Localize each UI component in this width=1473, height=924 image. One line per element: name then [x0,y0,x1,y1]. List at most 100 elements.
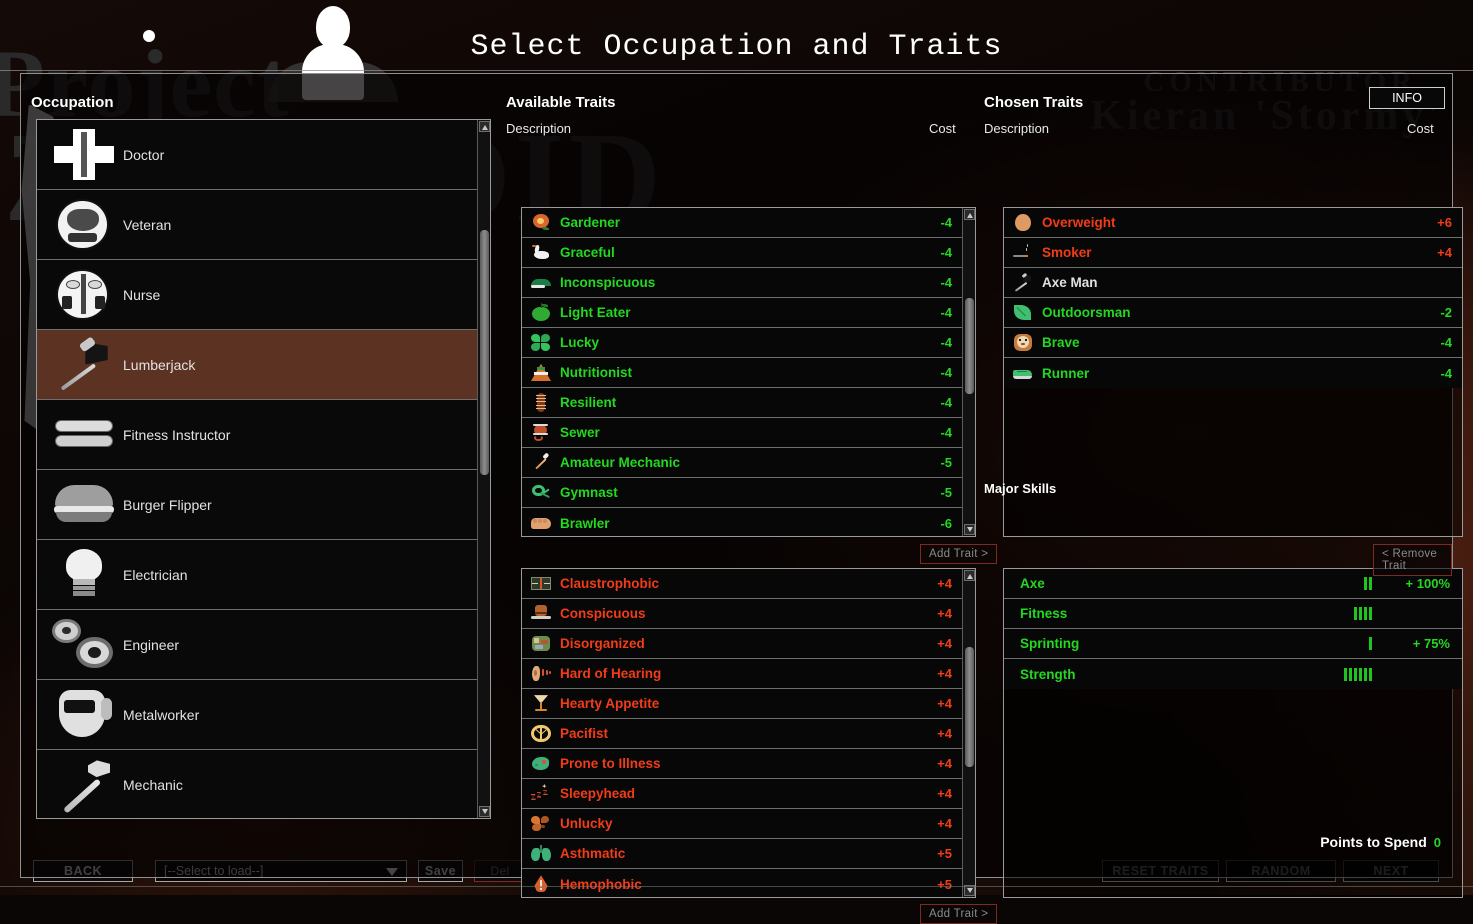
chosen-col-cost: Cost [1407,121,1434,136]
trait-row-light-eater[interactable]: Light Eater -4 [522,298,962,328]
trait-row-unlucky[interactable]: Unlucky +4 [522,809,962,839]
trait-name: Pacifist [560,726,609,741]
trait-row-lucky[interactable]: Lucky -4 [522,328,962,358]
trait-row-resilient[interactable]: Resilient -4 [522,388,962,418]
lion-icon [1012,333,1034,353]
trait-row-graceful[interactable]: Graceful -4 [522,238,962,268]
trait-row-hemophobic[interactable]: Hemophobic +5 [522,869,962,897]
trait-row-smoker[interactable]: Smoker +4 [1004,238,1462,268]
axe-icon [51,336,117,393]
screwdriver-icon [530,452,552,473]
trait-cost: +4 [937,696,952,711]
occupation-row-metalworker[interactable]: Metalworker [37,680,477,750]
scroll-up-icon[interactable] [964,570,975,581]
occupation-row-lumberjack[interactable]: Lumberjack [37,330,477,400]
occupation-scrollbar[interactable] [477,120,490,818]
trait-cost: +4 [937,726,952,741]
add-trait-positive-button[interactable]: Add Trait > [920,544,998,564]
virus-icon [530,754,552,774]
skill-level-bars [1344,667,1372,681]
axe-icon [1012,272,1034,293]
axe-icon [1012,272,1034,293]
trait-name: Hemophobic [560,876,642,892]
occupation-label: Mechanic [123,777,183,793]
occupation-row-mechanic[interactable]: Mechanic [37,750,477,818]
occupation-label: Doctor [123,146,165,163]
trait-row-brave[interactable]: Brave -4 [1004,328,1462,358]
trait-row-prone-to-illness[interactable]: Prone to Illness +4 [522,749,962,779]
points-to-spend: Points to Spend 0 [1320,834,1441,850]
fist-icon [530,513,552,533]
occupation-label: Nurse [123,286,161,303]
occupation-row-fitness-instructor[interactable]: Fitness Instructor [37,400,477,470]
welding-mask-icon [51,687,117,743]
scrollbar-thumb[interactable] [965,647,974,767]
occupation-row-doctor[interactable]: Doctor [37,120,477,190]
occupation-list[interactable]: Doctor Veteran Nurse Lumberjack Fitness Inst… [37,120,477,818]
negative-traits-scrollbar[interactable] [962,569,975,897]
trait-row-hard-of-hearing[interactable]: Hard of Hearing +4 [522,659,962,689]
burger-icon [51,477,117,533]
occupation-label: Electrician [123,566,188,583]
trait-row-inconspicuous[interactable]: Inconspicuous -4 [522,268,962,298]
trait-row-claustrophobic[interactable]: Claustrophobic +4 [522,569,962,599]
leaf-cap-icon [530,273,552,293]
trait-row-pacifist[interactable]: Pacifist +4 [522,719,962,749]
info-button[interactable]: INFO [1369,87,1445,109]
trait-row-nutritionist[interactable]: Nutritionist -4 [522,358,962,388]
scroll-up-icon[interactable] [479,121,490,132]
available-col-description: Description [506,121,572,136]
occupation-row-nurse[interactable]: Nurse [37,260,477,330]
zzz-icon [530,783,552,804]
skill-row-fitness: Fitness [1004,599,1462,629]
top-hat-icon [530,604,552,624]
chosen-traits-list[interactable]: Overweight +6 Smoker +4 Axe Man Outdoorsman -2… [1004,208,1462,536]
trait-row-sewer[interactable]: Sewer -4 [522,418,962,448]
trait-cost: +4 [937,816,952,831]
trait-cost: +4 [937,636,952,651]
ear-icon [530,664,552,684]
occupation-row-engineer[interactable]: Engineer [37,610,477,680]
trait-row-gardener[interactable]: Gardener -4 [522,208,962,238]
food-pyramid-icon [530,363,552,383]
thread-spool-icon [530,423,552,443]
trait-row-sleepyhead[interactable]: Sleepyhead +4 [522,779,962,809]
positive-traits-scrollbar[interactable] [962,208,975,536]
trait-row-asthmatic[interactable]: Asthmatic +5 [522,839,962,869]
spine-icon [530,393,552,413]
trait-name: Lucky [560,335,600,350]
trait-row-runner[interactable]: Runner -4 [1004,358,1462,388]
scrollbar-thumb[interactable] [965,298,974,394]
remove-trait-button[interactable]: < Remove Trait [1373,544,1452,576]
negative-traits-panel: Claustrophobic +4 Conspicuous +4 Disorganize… [521,568,976,898]
positive-traits-list[interactable]: Gardener -4 Graceful -4 Inconspicuous -4 Light… [522,208,962,536]
trait-name: Inconspicuous [560,275,656,290]
occupation-label: Burger Flipper [123,496,212,513]
negative-traits-list[interactable]: Claustrophobic +4 Conspicuous +4 Disorganize… [522,569,962,897]
swan-icon [530,243,552,263]
trait-row-outdoorsman[interactable]: Outdoorsman -2 [1004,298,1462,328]
scroll-up-icon[interactable] [964,209,975,220]
towel-icon [51,407,117,463]
gears-icon [51,617,117,673]
occupation-row-burger-flipper[interactable]: Burger Flipper [37,470,477,540]
trait-row-gymnast[interactable]: Gymnast -5 [522,478,962,508]
trait-name: Gardener [560,215,621,230]
trait-row-disorganized[interactable]: Disorganized +4 [522,629,962,659]
scroll-down-icon[interactable] [964,524,975,535]
trait-row-axe-man[interactable]: Axe Man [1004,268,1462,298]
add-trait-negative-button[interactable]: Add Trait > [920,904,998,924]
trait-row-overweight[interactable]: Overweight +6 [1004,208,1462,238]
trait-name: Gymnast [560,485,618,500]
narrow-space-icon [530,574,552,594]
skill-name: Fitness [1020,606,1068,621]
scroll-down-icon[interactable] [479,806,490,817]
trait-row-hearty-appetite[interactable]: Hearty Appetite +4 [522,689,962,719]
scrollbar-thumb[interactable] [480,230,489,475]
occupation-row-electrician[interactable]: Electrician [37,540,477,610]
trait-row-brawler[interactable]: Brawler -6 [522,508,962,536]
belly-icon [1012,213,1034,233]
trait-row-amateur-mechanic[interactable]: Amateur Mechanic -5 [522,448,962,478]
trait-row-conspicuous[interactable]: Conspicuous +4 [522,599,962,629]
occupation-row-veteran[interactable]: Veteran [37,190,477,260]
